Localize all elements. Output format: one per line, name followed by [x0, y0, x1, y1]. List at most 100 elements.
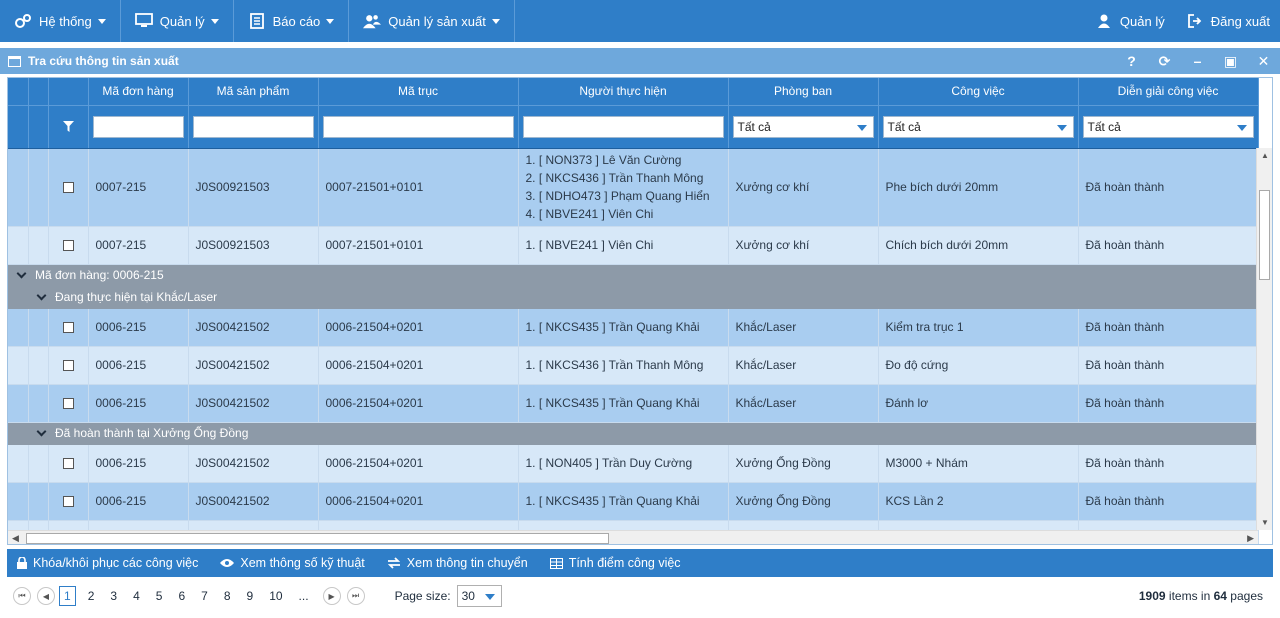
pager-info: 1909 items in 64 pages — [1139, 589, 1263, 603]
column-header-order[interactable]: Mã đơn hàng — [88, 78, 189, 106]
page-8[interactable]: 8 — [220, 587, 235, 605]
page-3[interactable]: 3 — [106, 587, 121, 605]
header-group-spacer — [8, 78, 29, 106]
row-spacer — [28, 384, 49, 423]
page-5[interactable]: 5 — [152, 587, 167, 605]
logout-button[interactable]: Đăng xuất — [1175, 0, 1280, 42]
view-specs-button[interactable]: Xem thông số kỹ thuật — [220, 556, 365, 570]
vertical-scroll-thumb[interactable] — [1259, 190, 1270, 280]
close-icon[interactable]: ✕ — [1247, 48, 1280, 74]
column-header-description[interactable]: Diễn giải công việc — [1078, 78, 1259, 106]
page-7[interactable]: 7 — [197, 587, 212, 605]
menu-quan-ly[interactable]: Quản lý — [121, 0, 234, 42]
row-checkbox[interactable] — [62, 397, 74, 409]
cell-description: Đã hoàn thành — [1078, 444, 1259, 483]
menu-bao-cao[interactable]: Báo cáo — [234, 0, 350, 42]
chevron-down-icon[interactable] — [36, 426, 47, 437]
performer-line: 3. [ NDHO473 ] Phạm Quang Hiển — [525, 189, 710, 203]
group-header-sub[interactable]: Đang thực hiện tại Khắc/Laser — [8, 286, 1258, 309]
pages-label: pages — [1230, 589, 1263, 603]
department-filter-select[interactable]: Tất cả — [732, 115, 874, 138]
table-row[interactable]: 0006-215 J0S00421502 0006-21504+0201 1. … — [8, 444, 1259, 483]
row-checkbox[interactable] — [62, 181, 74, 193]
description-filter-select[interactable]: Tất cả — [1082, 115, 1254, 138]
scroll-left-icon[interactable]: ◀ — [12, 533, 19, 544]
chevron-down-icon[interactable] — [16, 268, 27, 279]
cell-performer: 1. [ NKCS436 ] Trần Thanh Mông — [518, 346, 729, 385]
score-tasks-button[interactable]: Tính điểm công việc — [549, 556, 681, 570]
page-2[interactable]: 2 — [84, 587, 99, 605]
filter-cell: Tất cả — [728, 105, 879, 149]
page-10[interactable]: 10 — [265, 587, 286, 605]
horizontal-scroll-thumb[interactable] — [26, 533, 609, 544]
vertical-scrollbar[interactable]: ▲ ▼ — [1256, 148, 1272, 530]
row-checkbox[interactable] — [62, 359, 74, 371]
page-6[interactable]: 6 — [174, 587, 189, 605]
column-header-product[interactable]: Mã sản phẩm — [188, 78, 319, 106]
column-header-performer[interactable]: Người thực hiện — [518, 78, 729, 106]
table-row[interactable]: 0006-215 J0S00421502 0006-21504+0201 1. … — [8, 384, 1259, 423]
column-header-department[interactable]: Phòng ban — [728, 78, 879, 106]
filter-row: Tất cả Tất cả Tất cả — [8, 105, 1259, 149]
maximize-icon[interactable]: ▣ — [1214, 48, 1247, 74]
menu-label: Quản lý — [159, 13, 205, 29]
order-filter-input[interactable] — [92, 115, 184, 138]
last-page-icon[interactable]: ⏭ — [346, 587, 365, 605]
product-filter-input[interactable] — [192, 115, 314, 138]
minimize-icon[interactable]: – — [1181, 48, 1214, 74]
cell-product: J0S00421502 — [188, 384, 319, 423]
page-4[interactable]: 4 — [129, 587, 144, 605]
table-row[interactable]: 0006-215 J0S00421502 0006-21504+0201 1. … — [8, 308, 1259, 347]
user-menu[interactable]: Quản lý — [1084, 0, 1175, 42]
row-spacer — [8, 148, 29, 227]
caret-down-icon — [491, 18, 500, 24]
group-header-sub[interactable]: Đã hoàn thành tại Xưởng Ống Đồng — [8, 422, 1258, 445]
action-label: Khóa/khôi phục các công việc — [33, 556, 199, 570]
chevron-down-icon — [856, 124, 867, 131]
first-page-icon[interactable]: ⏮ — [13, 587, 31, 605]
row-checkbox[interactable] — [62, 457, 74, 469]
performer-filter-input[interactable] — [522, 115, 724, 138]
row-checkbox[interactable] — [62, 495, 74, 507]
cell-department: Xưởng cơ khí — [728, 148, 879, 227]
menu-quan-ly-san-xuat[interactable]: Quản lý sản xuất — [349, 0, 515, 42]
chevron-down-icon[interactable] — [36, 290, 47, 301]
next-page-icon[interactable]: ▶ — [322, 587, 341, 605]
view-transfer-button[interactable]: Xem thông tin chuyển — [387, 556, 528, 570]
page-1[interactable]: 1 — [59, 586, 76, 606]
filter-spacer — [28, 105, 49, 149]
page-9[interactable]: 9 — [243, 587, 258, 605]
table-row[interactable]: 0007-215 J0S00921503 0007-21501+0101 1. … — [8, 148, 1259, 227]
horizontal-scrollbar[interactable]: ◀ ▶ — [8, 530, 1258, 544]
column-header-shaft[interactable]: Mã trục — [318, 78, 519, 106]
gears-icon — [14, 12, 32, 30]
cell-shaft: 0006-21504+0201 — [318, 444, 519, 483]
column-header-task[interactable]: Công việc — [878, 78, 1079, 106]
filter-icon[interactable] — [53, 121, 84, 132]
refresh-icon[interactable]: ⟳ — [1148, 48, 1181, 74]
menu-he-thong[interactable]: Hệ thống — [0, 0, 121, 42]
page-more[interactable]: ... — [295, 587, 313, 605]
scroll-up-icon[interactable]: ▲ — [1261, 151, 1269, 160]
lock-tasks-button[interactable]: Khóa/khôi phục các công việc — [17, 556, 198, 570]
total-pages: 64 — [1213, 589, 1227, 603]
group-header-order[interactable]: Mã đơn hàng: 0006-215 — [8, 264, 1258, 287]
task-filter-select[interactable]: Tất cả — [882, 115, 1074, 138]
total-items: 1909 — [1138, 589, 1166, 603]
cell-description: Đã hoàn thành — [1078, 226, 1259, 265]
user-icon — [1095, 12, 1113, 30]
scroll-down-icon[interactable]: ▼ — [1261, 518, 1269, 527]
help-icon[interactable]: ? — [1115, 48, 1148, 74]
shaft-filter-input[interactable] — [322, 115, 514, 138]
cell-order: 0006-215 — [88, 308, 189, 347]
cell-task: KCS Lần 2 — [878, 482, 1079, 521]
row-checkbox[interactable] — [62, 239, 74, 251]
cell-product: J0S00421502 — [188, 346, 319, 385]
row-checkbox[interactable] — [62, 321, 74, 333]
table-row[interactable]: 0006-215 J0S00421502 0006-21504+0201 1. … — [8, 346, 1259, 385]
page-size-select[interactable]: 30 — [456, 585, 502, 607]
prev-page-icon[interactable]: ◀ — [37, 587, 55, 605]
scroll-right-icon[interactable]: ▶ — [1247, 533, 1254, 544]
table-row[interactable]: 0006-215 J0S00421502 0006-21504+0201 1. … — [8, 482, 1259, 521]
table-row[interactable]: 0007-215 J0S00921503 0007-21501+0101 1. … — [8, 226, 1259, 265]
